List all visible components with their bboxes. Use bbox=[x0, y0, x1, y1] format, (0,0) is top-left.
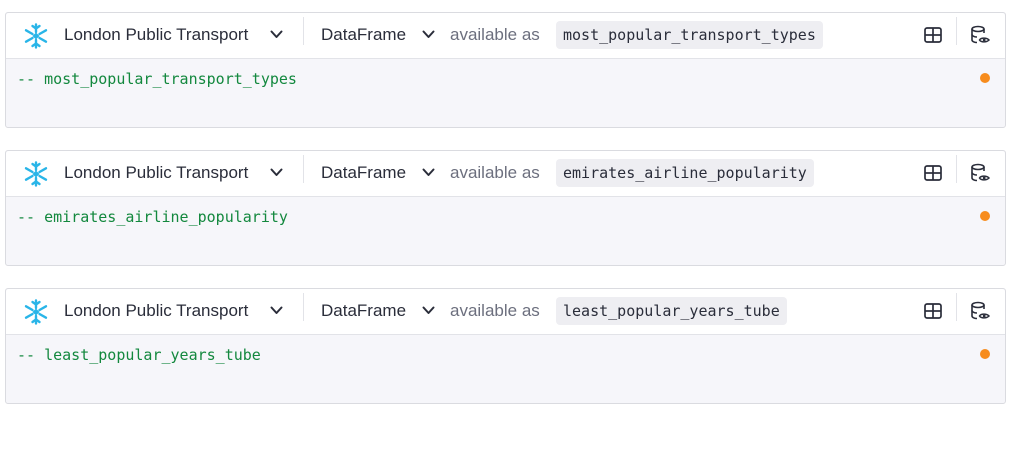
sql-cell: London Public Transport DataFrame availa… bbox=[5, 150, 1006, 266]
cell-header: London Public Transport DataFrame availa… bbox=[6, 13, 1005, 59]
output-type-selector[interactable]: DataFrame bbox=[321, 301, 406, 321]
connection-selector[interactable]: London Public Transport bbox=[64, 301, 248, 321]
available-as-label: available as bbox=[450, 163, 540, 182]
divider bbox=[956, 293, 957, 321]
output-type-selector[interactable]: DataFrame bbox=[321, 25, 406, 45]
variable-name[interactable]: most_popular_transport_types bbox=[556, 21, 823, 49]
code-editor[interactable]: -- least_popular_years_tube bbox=[17, 346, 261, 364]
chevron-down-icon[interactable] bbox=[270, 306, 283, 315]
status-dot-icon bbox=[980, 73, 990, 83]
chevron-down-icon[interactable] bbox=[270, 30, 283, 39]
sql-cell: London Public Transport DataFrame availa… bbox=[5, 288, 1006, 404]
snowflake-icon bbox=[24, 161, 48, 187]
snowflake-icon bbox=[24, 299, 48, 325]
divider bbox=[956, 17, 957, 45]
available-as-label: available as bbox=[450, 301, 540, 320]
connection-selector[interactable]: London Public Transport bbox=[64, 163, 248, 183]
divider bbox=[303, 155, 304, 183]
code-editor[interactable]: -- emirates_airline_popularity bbox=[17, 208, 288, 226]
table-icon[interactable] bbox=[923, 25, 943, 45]
variable-name[interactable]: emirates_airline_popularity bbox=[556, 159, 814, 187]
status-dot-icon bbox=[980, 349, 990, 359]
chevron-down-icon[interactable] bbox=[422, 30, 435, 39]
table-icon[interactable] bbox=[923, 301, 943, 321]
status-dot-icon bbox=[980, 211, 990, 221]
chevron-down-icon[interactable] bbox=[422, 306, 435, 315]
snowflake-icon bbox=[24, 23, 48, 49]
database-eye-icon[interactable] bbox=[969, 300, 991, 322]
table-icon[interactable] bbox=[923, 163, 943, 183]
divider bbox=[303, 293, 304, 321]
cell-header: London Public Transport DataFrame availa… bbox=[6, 289, 1005, 335]
chevron-down-icon[interactable] bbox=[422, 168, 435, 177]
code-editor[interactable]: -- most_popular_transport_types bbox=[17, 70, 297, 88]
divider bbox=[956, 155, 957, 183]
variable-name[interactable]: least_popular_years_tube bbox=[556, 297, 787, 325]
database-eye-icon[interactable] bbox=[969, 24, 991, 46]
chevron-down-icon[interactable] bbox=[270, 168, 283, 177]
available-as-label: available as bbox=[450, 25, 540, 44]
cell-header: London Public Transport DataFrame availa… bbox=[6, 151, 1005, 197]
output-type-selector[interactable]: DataFrame bbox=[321, 163, 406, 183]
divider bbox=[303, 17, 304, 45]
database-eye-icon[interactable] bbox=[969, 162, 991, 184]
sql-cell: London Public Transport DataFrame availa… bbox=[5, 12, 1006, 128]
connection-selector[interactable]: London Public Transport bbox=[64, 25, 248, 45]
